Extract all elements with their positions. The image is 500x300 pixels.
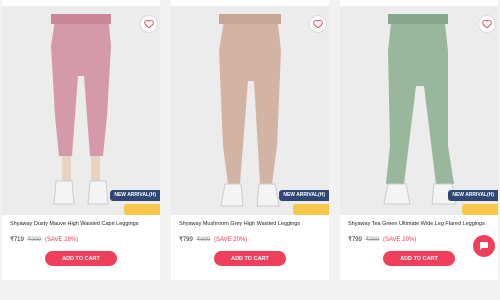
new-arrival-badge: NEW ARRIVAL(H) bbox=[448, 190, 498, 201]
heart-icon bbox=[144, 19, 154, 29]
heart-icon bbox=[482, 19, 492, 29]
wishlist-button[interactable] bbox=[140, 15, 158, 33]
product-image[interactable]: NEW ARRIVAL(H) bbox=[171, 6, 329, 215]
add-to-cart-button[interactable]: ADD TO CART bbox=[383, 251, 455, 266]
discount-label: (SAVE 28%) bbox=[45, 237, 79, 243]
mrp: ₹999 bbox=[196, 237, 211, 243]
product-image[interactable]: NEW ARRIVAL(H) bbox=[340, 6, 498, 215]
price: ₹799 bbox=[348, 237, 362, 243]
mrp: ₹999 bbox=[365, 237, 380, 243]
product-title[interactable]: Shyaway Dusty Mauve High Waisted Capri L… bbox=[10, 221, 139, 227]
price: ₹719 bbox=[10, 237, 24, 243]
discount-label: (SAVE 20%) bbox=[383, 237, 417, 243]
product-image[interactable]: NEW ARRIVAL(H) bbox=[2, 6, 160, 215]
product-title[interactable]: Shyaway Tea Green Ultimate Wide Leg Flar… bbox=[348, 221, 485, 227]
discount-label: (SAVE 20%) bbox=[214, 237, 248, 243]
add-to-cart-button[interactable]: ADD TO CART bbox=[45, 251, 117, 266]
leggings-image bbox=[383, 14, 457, 205]
product-title[interactable]: Shyaway Mushroom Grey High Waisted Leggi… bbox=[179, 221, 300, 227]
heart-icon bbox=[313, 19, 323, 29]
product-card[interactable]: NEW ARRIVAL(H) Shyaway Tea Green Ultimat… bbox=[340, 0, 498, 280]
wishlist-button[interactable] bbox=[478, 15, 496, 33]
offer-badge bbox=[462, 204, 498, 215]
price-row: ₹719 ₹999 (SAVE 28%) bbox=[10, 236, 78, 243]
add-to-cart-button[interactable]: ADD TO CART bbox=[214, 251, 286, 266]
product-grid: NEW ARRIVAL(H) Shyaway Dusty Mauve High … bbox=[0, 0, 500, 300]
price: ₹799 bbox=[179, 237, 193, 243]
mrp: ₹999 bbox=[27, 237, 42, 243]
chat-icon bbox=[480, 242, 488, 250]
product-card[interactable]: NEW ARRIVAL(H) Shyaway Dusty Mauve High … bbox=[2, 0, 160, 280]
offer-badge bbox=[124, 204, 160, 215]
leggings-image bbox=[219, 14, 281, 207]
price-row: ₹799 ₹999 (SAVE 20%) bbox=[179, 236, 247, 243]
product-card[interactable]: NEW ARRIVAL(H) Shyaway Mushroom Grey Hig… bbox=[171, 0, 329, 280]
chat-button[interactable] bbox=[473, 235, 495, 257]
leggings-image bbox=[51, 14, 111, 205]
wishlist-button[interactable] bbox=[309, 15, 327, 33]
offer-badge bbox=[293, 204, 329, 215]
new-arrival-badge: NEW ARRIVAL(H) bbox=[279, 190, 329, 201]
new-arrival-badge: NEW ARRIVAL(H) bbox=[110, 190, 160, 201]
price-row: ₹799 ₹999 (SAVE 20%) bbox=[348, 236, 416, 243]
